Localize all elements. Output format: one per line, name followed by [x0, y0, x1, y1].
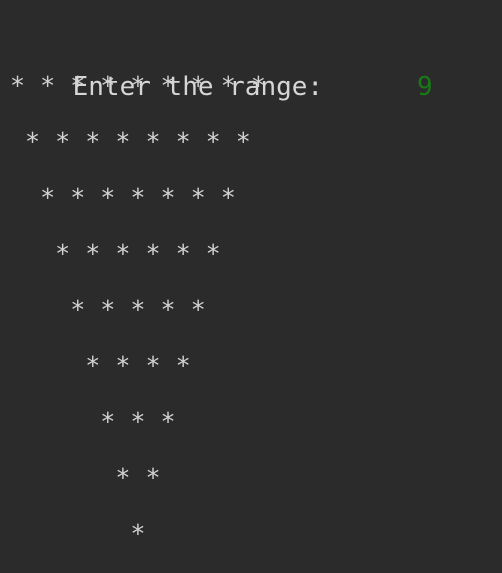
star-row: * * * * * *: [10, 239, 221, 268]
star-row: * * * * * * * *: [10, 127, 251, 156]
star-row: * * * * *: [10, 295, 206, 324]
star-row: * *: [10, 463, 161, 492]
star-row: *: [10, 519, 146, 548]
star-row: * * *: [10, 407, 176, 436]
star-row: * * * * * * * * *: [10, 71, 266, 100]
prompt-line: Enter the range: 9: [0, 0, 502, 102]
terminal-console: Enter the range: 9 * * * * * * * * * * *…: [0, 0, 502, 573]
star-row: * * * *: [10, 351, 191, 380]
star-row: * * * * * * *: [10, 183, 236, 212]
